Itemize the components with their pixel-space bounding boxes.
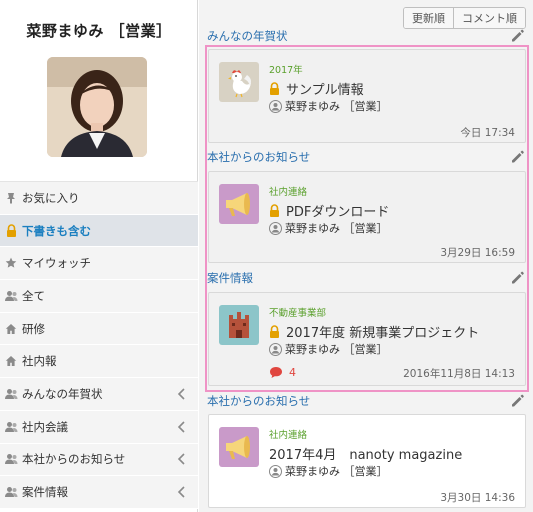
chevron-left-icon[interactable] bbox=[177, 421, 187, 433]
post-category: 不動産事業部 bbox=[269, 308, 327, 319]
sidebar-item-favorites[interactable]: お気に入り bbox=[0, 182, 198, 215]
sidebar-item-label: 全て bbox=[22, 288, 45, 303]
sidebar-item-my-watch[interactable]: マイウォッチ bbox=[0, 247, 198, 281]
post-title[interactable]: PDFダウンロード bbox=[269, 201, 389, 220]
post-title[interactable]: 2017年度 新規事業プロジェクト bbox=[269, 322, 479, 341]
chevron-left-icon[interactable] bbox=[177, 388, 187, 400]
avatar[interactable] bbox=[47, 57, 147, 157]
sidebar-item-label: お気に入り bbox=[22, 190, 80, 205]
sidebar-item-label: 社内会議 bbox=[22, 419, 68, 434]
post-timestamp: 3月30日 14:36 bbox=[440, 492, 515, 504]
sidebar-item-label: マイウォッチ bbox=[22, 256, 91, 271]
post-title-text: 2017年4月 nanoty magazine bbox=[269, 448, 463, 463]
post-category: 社内連絡 bbox=[269, 430, 308, 441]
user-icon bbox=[269, 221, 282, 235]
sidebar: 菜野まゆみ ［営業］ お気に入り 下書きも含む マイウォッチ 全て 研修 社内報… bbox=[0, 0, 198, 512]
post-card[interactable]: 2017年 サンプル情報 菜野まゆみ ［営業］ 今日 17:34 bbox=[208, 49, 526, 143]
house-icon bbox=[4, 322, 18, 336]
post-author-name: 菜野まゆみ ［営業］ bbox=[285, 100, 388, 113]
sidebar-item-label: 社内報 bbox=[22, 354, 57, 369]
post-title[interactable]: サンプル情報 bbox=[269, 79, 364, 98]
lock-icon bbox=[270, 82, 279, 95]
pencil-icon[interactable] bbox=[510, 149, 525, 164]
section-header[interactable]: 本社からのお知らせ bbox=[207, 391, 525, 411]
post-author[interactable]: 菜野まゆみ ［営業］ bbox=[269, 220, 388, 236]
house-icon bbox=[4, 354, 18, 368]
sidebar-nav: お気に入り 下書きも含む マイウォッチ 全て 研修 社内報 みんなの年賀状 社内… bbox=[0, 181, 198, 509]
sidebar-item-all[interactable]: 全て bbox=[0, 280, 198, 313]
section-header[interactable]: 本社からのお知らせ bbox=[207, 147, 525, 167]
post-title[interactable]: 2017年4月 nanoty magazine bbox=[269, 444, 462, 463]
post-title-text: 2017年度 新規事業プロジェクト bbox=[286, 326, 480, 341]
section-header[interactable]: 案件情報 bbox=[207, 268, 525, 288]
chevron-left-icon[interactable] bbox=[177, 486, 187, 498]
user-icon bbox=[269, 464, 282, 478]
sidebar-item-hq-notices[interactable]: 本社からのお知らせ bbox=[0, 443, 198, 477]
pencil-icon[interactable] bbox=[510, 28, 525, 43]
section-title: 本社からのお知らせ bbox=[207, 394, 311, 408]
castle-icon bbox=[219, 305, 259, 345]
comment-count[interactable]: 4 bbox=[269, 366, 296, 379]
section-title: みんなの年賀状 bbox=[207, 29, 288, 43]
people-icon bbox=[4, 289, 18, 303]
post-author[interactable]: 菜野まゆみ ［営業］ bbox=[269, 98, 388, 114]
sidebar-item-project-info[interactable]: 案件情報 bbox=[0, 476, 198, 509]
post-card[interactable]: 社内連絡 2017年4月 nanoty magazine 菜野まゆみ ［営業］ … bbox=[208, 414, 526, 508]
pin-icon bbox=[4, 191, 18, 205]
sort-by-updated-button[interactable]: 更新順 bbox=[404, 8, 453, 28]
post-card[interactable]: 社内連絡 PDFダウンロード 菜野まゆみ ［営業］ 3月29日 16:59 bbox=[208, 171, 526, 263]
sidebar-item-label: 下書きも含む bbox=[22, 223, 91, 238]
section-title: 本社からのお知らせ bbox=[207, 150, 311, 164]
post-timestamp: 今日 17:34 bbox=[460, 127, 515, 139]
user-icon bbox=[269, 342, 282, 356]
post-timestamp: 3月29日 16:59 bbox=[440, 247, 515, 259]
post-category: 2017年 bbox=[269, 65, 303, 76]
post-author[interactable]: 菜野まゆみ ［営業］ bbox=[269, 463, 388, 479]
post-card[interactable]: 不動産事業部 2017年度 新規事業プロジェクト 菜野まゆみ ［営業］ 4 20… bbox=[208, 292, 526, 386]
lock-icon bbox=[270, 204, 279, 217]
sidebar-item-label: 本社からのお知らせ bbox=[22, 452, 126, 467]
post-title-text: PDFダウンロード bbox=[286, 205, 390, 220]
avatar-photo bbox=[47, 57, 147, 157]
sidebar-item-company-newsletter[interactable]: 社内報 bbox=[0, 345, 198, 379]
sidebar-item-include-drafts[interactable]: 下書きも含む bbox=[0, 214, 198, 248]
main-feed: 更新順 コメント順 みんなの年賀状 2017年 サンプル情報 菜野まゆみ ［営業… bbox=[199, 0, 533, 512]
post-author[interactable]: 菜野まゆみ ［営業］ bbox=[269, 341, 388, 357]
sidebar-item-training[interactable]: 研修 bbox=[0, 312, 198, 346]
user-icon bbox=[269, 99, 282, 113]
rooster-icon bbox=[219, 62, 259, 102]
post-timestamp: 2016年11月8日 14:13 bbox=[403, 368, 515, 380]
section-title: 案件情報 bbox=[207, 271, 253, 285]
chevron-left-icon[interactable] bbox=[177, 453, 187, 465]
post-category: 社内連絡 bbox=[269, 187, 308, 198]
sidebar-item-label: 研修 bbox=[22, 321, 45, 336]
lock-icon bbox=[4, 224, 18, 238]
people-icon bbox=[4, 387, 18, 401]
section-header[interactable]: みんなの年賀状 bbox=[207, 26, 525, 46]
sidebar-item-label: 案件情報 bbox=[22, 485, 68, 500]
comment-count-value: 4 bbox=[289, 366, 296, 379]
post-author-name: 菜野まゆみ ［営業］ bbox=[285, 222, 388, 235]
sidebar-item-internal-meetings[interactable]: 社内会議 bbox=[0, 410, 198, 444]
post-author-name: 菜野まゆみ ［営業］ bbox=[285, 465, 388, 478]
post-author-name: 菜野まゆみ ［営業］ bbox=[285, 343, 388, 356]
post-title-text: サンプル情報 bbox=[286, 83, 364, 98]
lock-icon bbox=[270, 325, 279, 338]
star-icon bbox=[4, 256, 18, 270]
people-icon bbox=[4, 420, 18, 434]
people-icon bbox=[4, 452, 18, 466]
sidebar-item-label: みんなの年賀状 bbox=[22, 386, 103, 401]
pencil-icon[interactable] bbox=[510, 270, 525, 285]
user-name: 菜野まゆみ ［営業］ bbox=[26, 22, 172, 40]
megaphone-icon bbox=[219, 184, 259, 224]
people-icon bbox=[4, 485, 18, 499]
speech-bubble-icon bbox=[270, 367, 282, 378]
megaphone-icon bbox=[219, 427, 259, 467]
sort-by-comments-button[interactable]: コメント順 bbox=[453, 8, 525, 28]
pencil-icon[interactable] bbox=[510, 393, 525, 408]
sidebar-item-new-year-cards[interactable]: みんなの年賀状 bbox=[0, 378, 198, 411]
